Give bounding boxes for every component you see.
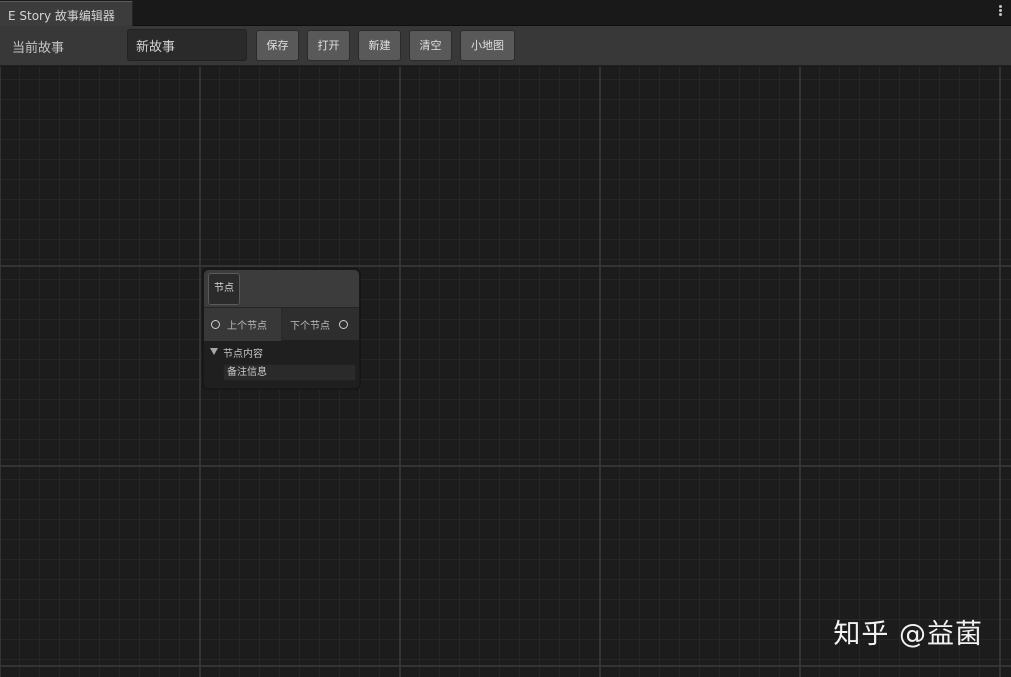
new-button[interactable]: 新建	[358, 30, 401, 61]
save-button[interactable]: 保存	[256, 30, 299, 61]
clear-button[interactable]: 清空	[409, 30, 452, 61]
foldout-label: 节点内容	[223, 349, 263, 360]
foldout-arrow-icon[interactable]	[210, 348, 218, 355]
node-content-foldout[interactable]: 节点内容	[204, 340, 359, 364]
minimap-button[interactable]: 小地图	[460, 30, 515, 61]
watermark: 知乎 @益菌	[833, 619, 983, 650]
graph-canvas[interactable]: 节点 上个节点 下个节点 节点内容 备注信息 知乎 @益菌	[0, 67, 1011, 677]
kebab-menu-icon[interactable]	[997, 4, 1003, 20]
output-port[interactable]: 下个节点	[282, 308, 360, 341]
open-button[interactable]: 打开	[307, 30, 350, 61]
toolbar: 当前故事 保存 打开 新建 清空 小地图	[0, 26, 1011, 66]
output-port-label: 下个节点	[290, 321, 330, 332]
note-field[interactable]: 备注信息	[223, 364, 356, 381]
node-header[interactable]: 节点	[204, 270, 359, 307]
node-ports: 上个节点 下个节点	[204, 307, 360, 341]
input-port-label: 上个节点	[227, 321, 267, 332]
tab-bar: E Story 故事编辑器	[0, 0, 1011, 26]
input-port[interactable]: 上个节点	[204, 308, 282, 341]
story-name-input[interactable]	[127, 29, 247, 61]
current-story-label: 当前故事	[12, 41, 65, 56]
output-port-connector-icon[interactable]	[339, 320, 348, 329]
story-node[interactable]: 节点 上个节点 下个节点 节点内容 备注信息	[203, 269, 360, 389]
editor-window-tab[interactable]: E Story 故事编辑器	[0, 1, 133, 26]
input-port-connector-icon[interactable]	[211, 320, 220, 329]
node-title[interactable]: 节点	[208, 273, 240, 305]
